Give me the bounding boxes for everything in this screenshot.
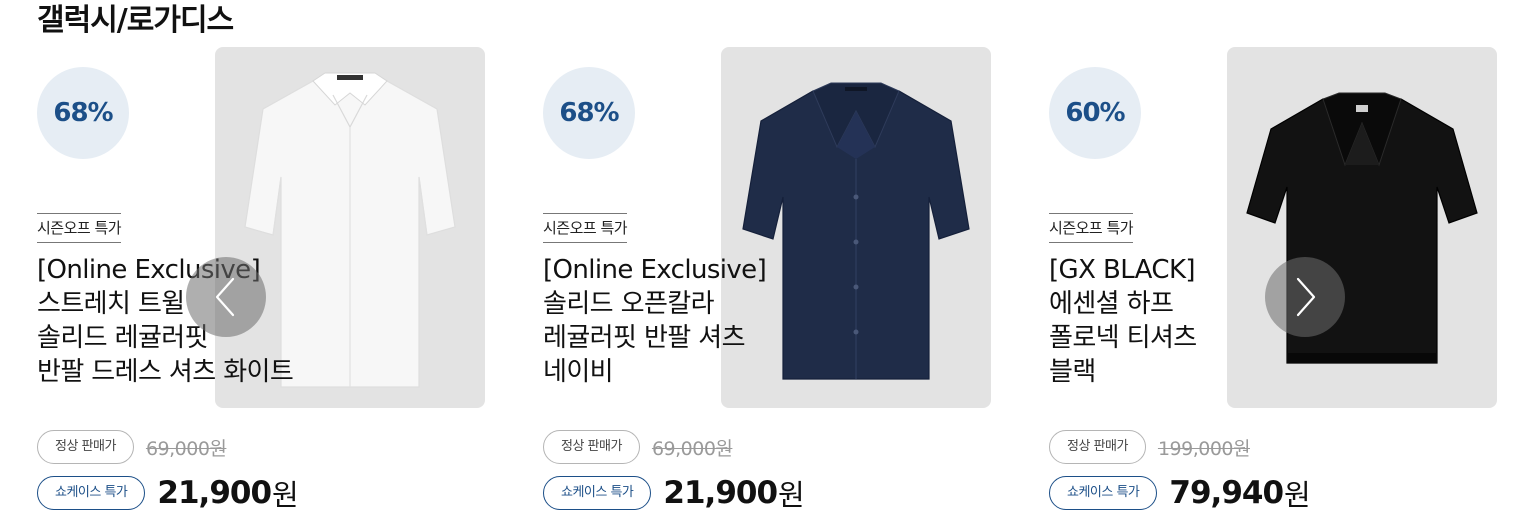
sale-price-label: 쇼케이스 특가 <box>543 476 652 510</box>
product-name-line: 솔리드 오픈칼라 <box>543 289 715 319</box>
original-price: 199,000원 <box>1157 437 1251 460</box>
product-name-line: 레귤러핏 반팔 셔츠 <box>543 323 745 353</box>
discount-badge: 68% <box>37 67 129 159</box>
product-card[interactable]: 68% 시즌오프 특가 [Online Exclusive] 스트레치 트윌 솔… <box>37 47 507 529</box>
carousel-next-button[interactable] <box>1265 257 1345 337</box>
sale-price-label: 쇼케이스 특가 <box>1049 476 1158 510</box>
sale-price-row: 쇼케이스 특가 79,940 원 <box>1049 475 1311 512</box>
regular-price-label: 정상 판매가 <box>543 430 640 464</box>
sale-price-row: 쇼케이스 특가 21,900 원 <box>543 475 805 512</box>
sale-price: 21,900 <box>157 475 272 511</box>
original-price: 69,000원 <box>145 437 227 460</box>
product-name-line: 네이비 <box>543 357 614 387</box>
product-name-line: 반팔 드레스 셔츠 화이트 <box>37 357 294 387</box>
sale-price-unit: 원 <box>778 478 805 512</box>
sale-price-row: 쇼케이스 특가 21,900 원 <box>37 475 299 512</box>
promo-tag: 시즌오프 특가 <box>1049 213 1134 243</box>
carousel-prev-button[interactable] <box>186 257 266 337</box>
product-name-line: 블랙 <box>1049 357 1096 387</box>
regular-price-row: 정상 판매가 199,000원 <box>1049 430 1251 464</box>
original-price: 69,000원 <box>651 437 733 460</box>
chevron-left-icon <box>215 277 235 317</box>
discount-badge: 60% <box>1049 67 1141 159</box>
discount-badge: 68% <box>543 67 635 159</box>
regular-price-row: 정상 판매가 69,000원 <box>37 430 227 464</box>
promo-tag: 시즌오프 특가 <box>37 213 122 243</box>
regular-price-label: 정상 판매가 <box>37 430 134 464</box>
product-card[interactable]: 68% 시즌오프 특가 [Online Exclusive] 솔리드 오픈칼라 … <box>543 47 1013 529</box>
sale-price-unit: 원 <box>1284 478 1311 512</box>
sale-price-label: 쇼케이스 특가 <box>37 476 146 510</box>
sale-price: 79,940 <box>1169 475 1284 511</box>
promo-tag: 시즌오프 특가 <box>543 213 628 243</box>
product-name[interactable]: [Online Exclusive] 솔리드 오픈칼라 레귤러핏 반팔 셔츠 네… <box>543 253 843 389</box>
regular-price-label: 정상 판매가 <box>1049 430 1146 464</box>
product-name-line: [Online Exclusive] <box>543 255 767 285</box>
sale-price-unit: 원 <box>272 478 299 512</box>
chevron-right-icon <box>1296 277 1316 317</box>
regular-price-row: 정상 판매가 69,000원 <box>543 430 733 464</box>
sale-price: 21,900 <box>663 475 778 511</box>
section-title: 갤럭시/로가디스 <box>37 3 234 38</box>
